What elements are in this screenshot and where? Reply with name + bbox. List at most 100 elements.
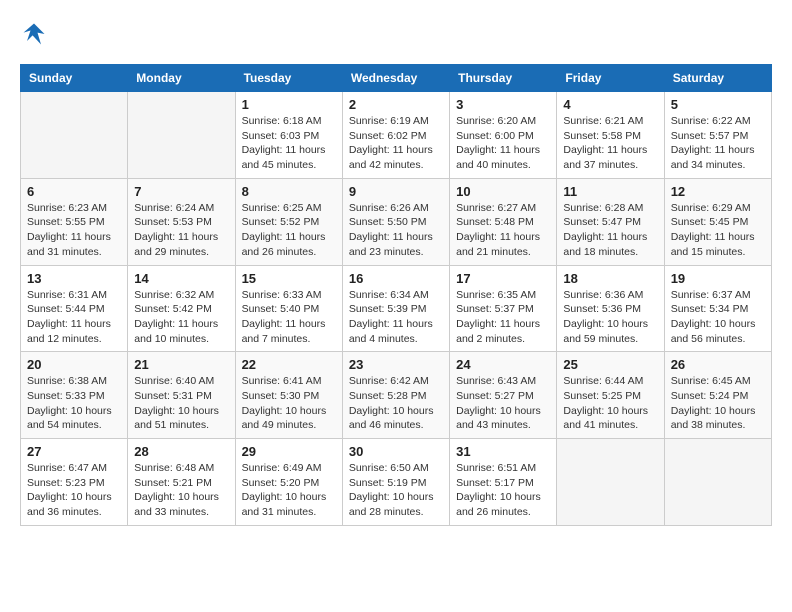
header-day-monday: Monday	[128, 65, 235, 92]
day-cell-29: 29Sunrise: 6:49 AMSunset: 5:20 PMDayligh…	[235, 439, 342, 526]
day-cell-28: 28 Sunrise: 6:48 AMSunset: 5:21 PMDayligh…	[128, 439, 235, 526]
day-info: Sunrise: 6:22 AMSunset: 5:57 PMDaylight:…	[671, 114, 765, 173]
day-number: 13	[27, 271, 121, 286]
day-cell-31: 31Sunrise: 6:51 AMSunset: 5:17 PMDayligh…	[450, 439, 557, 526]
day-info: Sunrise: 6:19 AMSunset: 6:02 PMDaylight:…	[349, 114, 443, 173]
day-number: 25	[563, 357, 657, 372]
day-number: 14	[134, 271, 228, 286]
day-info: Sunrise: 6:35 AMSunset: 5:37 PMDaylight:…	[456, 288, 550, 347]
logo	[20, 20, 52, 48]
day-number: 5	[671, 97, 765, 112]
header-day-friday: Friday	[557, 65, 664, 92]
day-info: Sunrise: 6:29 AMSunset: 5:45 PMDaylight:…	[671, 201, 765, 260]
day-info: Sunrise: 6:38 AMSunset: 5:33 PMDaylight:…	[27, 374, 121, 433]
day-cell-30: 30 Sunrise: 6:50 AMSunset: 5:19 PMDayligh…	[342, 439, 449, 526]
day-number: 8	[242, 184, 336, 199]
day-number: 4	[563, 97, 657, 112]
day-number: 7	[134, 184, 228, 199]
day-cell-2: 2Sunrise: 6:19 AMSunset: 6:02 PMDaylight…	[342, 92, 449, 179]
day-number: 28	[134, 444, 228, 459]
calendar-table: SundayMondayTuesdayWednesdayThursdayFrid…	[20, 64, 772, 526]
day-number: 15	[242, 271, 336, 286]
day-info: Sunrise: 6:20 AMSunset: 6:00 PMDaylight:…	[456, 114, 550, 173]
day-info: Sunrise: 6:40 AMSunset: 5:31 PMDaylight:…	[134, 374, 228, 433]
day-cell-12: 12 Sunrise: 6:29 AMSunset: 5:45 PMDayligh…	[664, 178, 771, 265]
empty-cell	[21, 92, 128, 179]
day-info: Sunrise: 6:21 AMSunset: 5:58 PMDaylight:…	[563, 114, 657, 173]
day-info: Sunrise: 6:42 AMSunset: 5:28 PMDaylight:…	[349, 374, 443, 433]
day-cell-7: 7 Sunrise: 6:24 AMSunset: 5:53 PMDaylight…	[128, 178, 235, 265]
day-cell-17: 17 Sunrise: 6:35 AMSunset: 5:37 PMDayligh…	[450, 265, 557, 352]
day-cell-5: 5 Sunrise: 6:22 AMSunset: 5:57 PMDaylight…	[664, 92, 771, 179]
day-info: Sunrise: 6:36 AMSunset: 5:36 PMDaylight:…	[563, 288, 657, 347]
day-cell-3: 3 Sunrise: 6:20 AMSunset: 6:00 PMDaylight…	[450, 92, 557, 179]
day-info: Sunrise: 6:44 AMSunset: 5:25 PMDaylight:…	[563, 374, 657, 433]
header-day-sunday: Sunday	[21, 65, 128, 92]
day-number: 26	[671, 357, 765, 372]
day-number: 18	[563, 271, 657, 286]
day-cell-20: 20Sunrise: 6:38 AMSunset: 5:33 PMDayligh…	[21, 352, 128, 439]
day-cell-22: 22 Sunrise: 6:41 AMSunset: 5:30 PMDayligh…	[235, 352, 342, 439]
day-number: 24	[456, 357, 550, 372]
day-cell-23: 23Sunrise: 6:42 AMSunset: 5:28 PMDayligh…	[342, 352, 449, 439]
day-cell-6: 6 Sunrise: 6:23 AMSunset: 5:55 PMDaylight…	[21, 178, 128, 265]
day-info: Sunrise: 6:32 AMSunset: 5:42 PMDaylight:…	[134, 288, 228, 347]
day-info: Sunrise: 6:34 AMSunset: 5:39 PMDaylight:…	[349, 288, 443, 347]
empty-cell	[664, 439, 771, 526]
day-cell-18: 18 Sunrise: 6:36 AMSunset: 5:36 PMDayligh…	[557, 265, 664, 352]
day-cell-27: 27Sunrise: 6:47 AMSunset: 5:23 PMDayligh…	[21, 439, 128, 526]
day-number: 19	[671, 271, 765, 286]
day-cell-11: 11 Sunrise: 6:28 AMSunset: 5:47 PMDayligh…	[557, 178, 664, 265]
calendar-week-1: 1 Sunrise: 6:18 AMSunset: 6:03 PMDaylight…	[21, 92, 772, 179]
day-info: Sunrise: 6:37 AMSunset: 5:34 PMDaylight:…	[671, 288, 765, 347]
day-number: 29	[242, 444, 336, 459]
day-info: Sunrise: 6:26 AMSunset: 5:50 PMDaylight:…	[349, 201, 443, 260]
day-number: 17	[456, 271, 550, 286]
day-cell-1: 1 Sunrise: 6:18 AMSunset: 6:03 PMDaylight…	[235, 92, 342, 179]
day-info: Sunrise: 6:45 AMSunset: 5:24 PMDaylight:…	[671, 374, 765, 433]
day-cell-15: 15Sunrise: 6:33 AMSunset: 5:40 PMDayligh…	[235, 265, 342, 352]
empty-cell	[128, 92, 235, 179]
day-number: 22	[242, 357, 336, 372]
calendar-header-row: SundayMondayTuesdayWednesdayThursdayFrid…	[21, 65, 772, 92]
day-info: Sunrise: 6:48 AMSunset: 5:21 PMDaylight:…	[134, 461, 228, 520]
day-cell-16: 16 Sunrise: 6:34 AMSunset: 5:39 PMDayligh…	[342, 265, 449, 352]
day-info: Sunrise: 6:27 AMSunset: 5:48 PMDaylight:…	[456, 201, 550, 260]
day-cell-10: 10Sunrise: 6:27 AMSunset: 5:48 PMDayligh…	[450, 178, 557, 265]
day-info: Sunrise: 6:31 AMSunset: 5:44 PMDaylight:…	[27, 288, 121, 347]
day-cell-13: 13 Sunrise: 6:31 AMSunset: 5:44 PMDayligh…	[21, 265, 128, 352]
day-info: Sunrise: 6:18 AMSunset: 6:03 PMDaylight:…	[242, 114, 336, 173]
day-number: 3	[456, 97, 550, 112]
day-cell-9: 9 Sunrise: 6:26 AMSunset: 5:50 PMDaylight…	[342, 178, 449, 265]
day-number: 30	[349, 444, 443, 459]
day-info: Sunrise: 6:25 AMSunset: 5:52 PMDaylight:…	[242, 201, 336, 260]
day-cell-25: 25 Sunrise: 6:44 AMSunset: 5:25 PMDayligh…	[557, 352, 664, 439]
day-info: Sunrise: 6:23 AMSunset: 5:55 PMDaylight:…	[27, 201, 121, 260]
day-number: 9	[349, 184, 443, 199]
header-day-tuesday: Tuesday	[235, 65, 342, 92]
page-header	[20, 20, 772, 48]
logo-bird-icon	[20, 20, 48, 48]
calendar-week-4: 20Sunrise: 6:38 AMSunset: 5:33 PMDayligh…	[21, 352, 772, 439]
day-info: Sunrise: 6:41 AMSunset: 5:30 PMDaylight:…	[242, 374, 336, 433]
day-info: Sunrise: 6:24 AMSunset: 5:53 PMDaylight:…	[134, 201, 228, 260]
day-info: Sunrise: 6:50 AMSunset: 5:19 PMDaylight:…	[349, 461, 443, 520]
day-cell-19: 19 Sunrise: 6:37 AMSunset: 5:34 PMDayligh…	[664, 265, 771, 352]
day-number: 1	[242, 97, 336, 112]
day-number: 12	[671, 184, 765, 199]
day-cell-8: 8 Sunrise: 6:25 AMSunset: 5:52 PMDaylight…	[235, 178, 342, 265]
header-day-thursday: Thursday	[450, 65, 557, 92]
day-number: 6	[27, 184, 121, 199]
day-number: 16	[349, 271, 443, 286]
calendar-week-3: 13 Sunrise: 6:31 AMSunset: 5:44 PMDayligh…	[21, 265, 772, 352]
day-info: Sunrise: 6:47 AMSunset: 5:23 PMDaylight:…	[27, 461, 121, 520]
day-info: Sunrise: 6:28 AMSunset: 5:47 PMDaylight:…	[563, 201, 657, 260]
day-cell-26: 26 Sunrise: 6:45 AMSunset: 5:24 PMDayligh…	[664, 352, 771, 439]
day-number: 31	[456, 444, 550, 459]
day-info: Sunrise: 6:43 AMSunset: 5:27 PMDaylight:…	[456, 374, 550, 433]
empty-cell	[557, 439, 664, 526]
day-cell-4: 4 Sunrise: 6:21 AMSunset: 5:58 PMDaylight…	[557, 92, 664, 179]
day-number: 21	[134, 357, 228, 372]
header-day-saturday: Saturday	[664, 65, 771, 92]
day-number: 11	[563, 184, 657, 199]
